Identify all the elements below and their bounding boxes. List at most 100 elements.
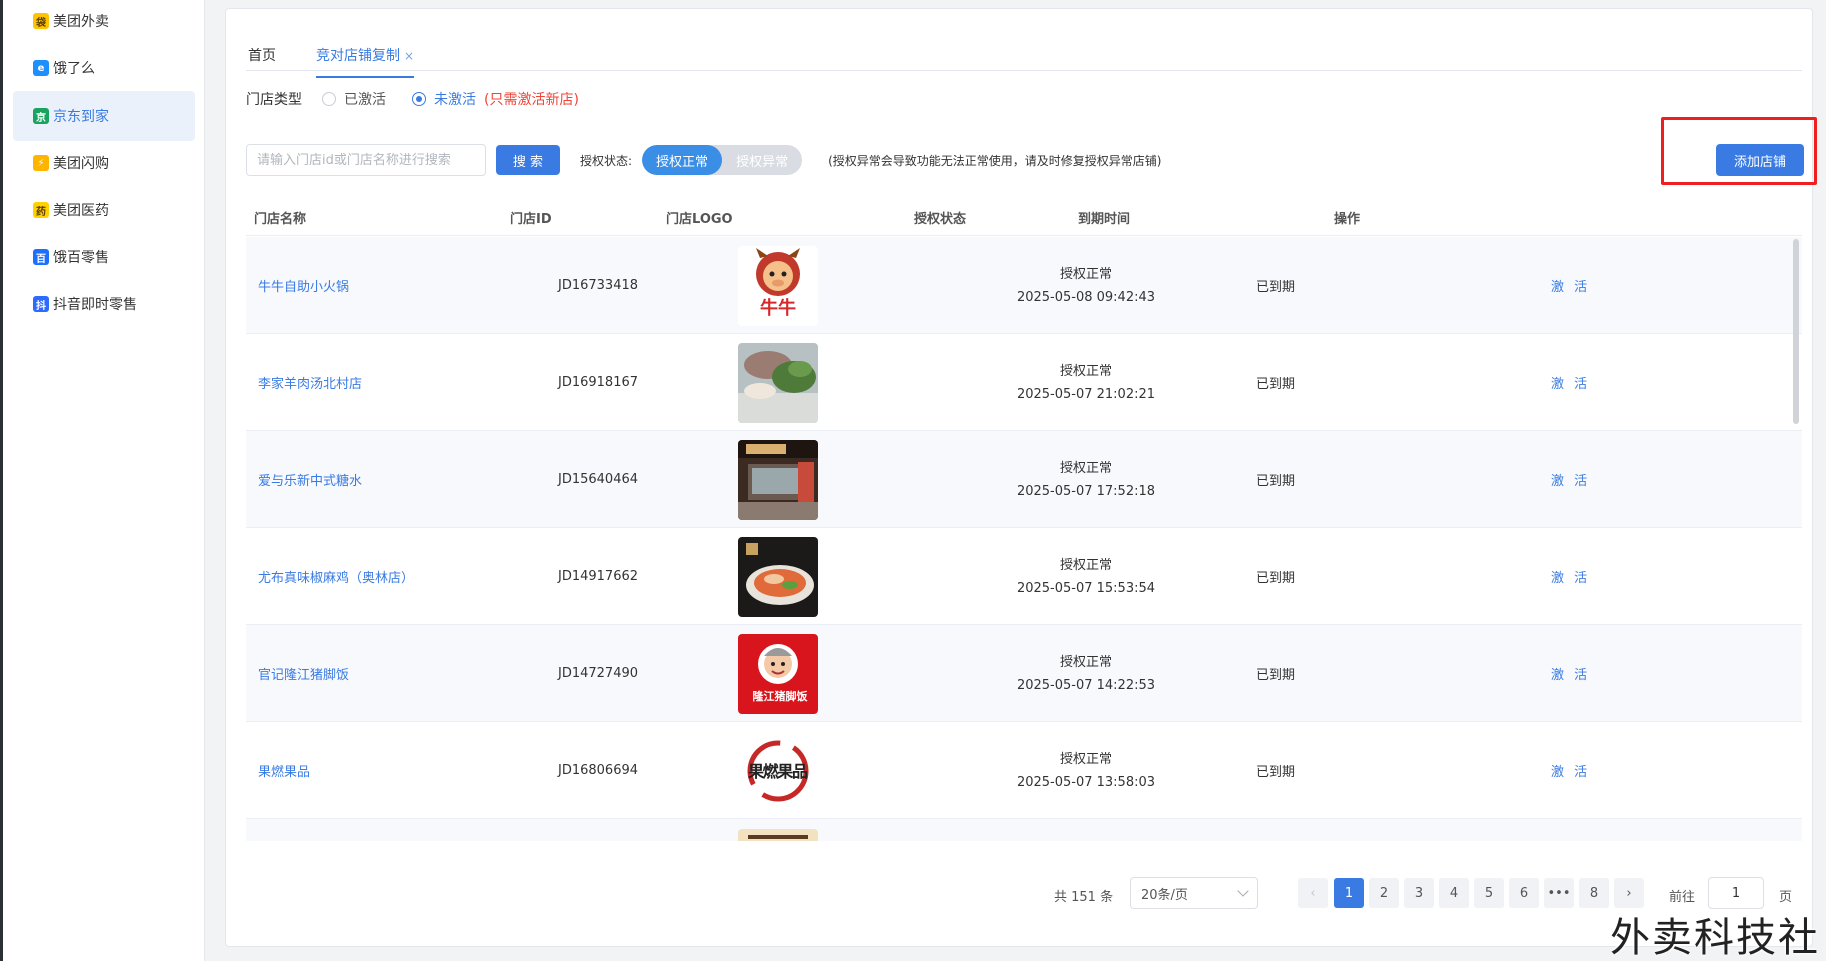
column-header-expire: 到期时间 — [1078, 212, 1131, 227]
goto-page-input[interactable] — [1708, 877, 1764, 909]
column-header-name: 门店名称 — [254, 212, 307, 227]
close-icon[interactable]: × — [404, 49, 414, 63]
table-row: 爱与乐新中式糖水 JD15640464 授权正常 2025-05-07 17:5… — [246, 431, 1802, 528]
auth-time: 2025-05-07 17:52:18 — [1016, 483, 1156, 499]
auth-time: 2025-05-07 15:53:54 — [1016, 580, 1156, 596]
auth-status: 授权正常 — [1059, 557, 1112, 573]
auth-status-label: 授权状态: — [580, 153, 633, 168]
auth-status-cell: 授权正常 2025-05-07 17:52:18 — [986, 431, 1186, 528]
auth-status-cell: 授权正常 2025-05-07 21:02:21 — [986, 334, 1186, 431]
store-name-link[interactable]: 爱与乐新中式糖水 — [258, 431, 362, 528]
expire-status: 已到期 — [1256, 377, 1296, 392]
store-name-link[interactable]: 尤布真味椒麻鸡（奥林店） — [258, 528, 414, 625]
tab-competitor-copy[interactable]: 竞对店铺复制 × — [316, 45, 415, 78]
sidebar-item-label: 美团外卖 — [53, 14, 109, 30]
radio-not-activated[interactable]: 未激活 (只需激活新店) — [412, 89, 579, 109]
prev-page-button[interactable]: ‹ — [1298, 878, 1328, 908]
goto-label: 前往 — [1669, 890, 1696, 905]
meituan-shangou-icon: ⚡ — [33, 155, 49, 171]
search-bar: 搜 索 授权状态: 授权正常 授权异常 (授权异常会导致功能无法正常使用，请及时… — [246, 144, 1161, 176]
store-logo: 牛牛 — [738, 237, 818, 334]
table-header: 门店名称 门店ID 门店LOGO 授权状态 到期时间 操作 — [246, 194, 1802, 236]
svg-text:牛牛: 牛牛 — [760, 297, 796, 319]
auth-status: 授权正常 — [1059, 460, 1112, 476]
store-id: JD16806694 — [558, 763, 639, 778]
page-8-button[interactable]: 8 — [1579, 878, 1609, 908]
auth-time: 2025-05-07 21:02:21 — [1016, 386, 1156, 402]
sidebar-item-meituan-yiyao[interactable]: 药 美团医药 — [13, 185, 195, 235]
table-row: 李家羊肉汤北村店 JD16918167 授权正常 2025-05-07 21:0… — [246, 334, 1802, 431]
page-size-select[interactable]: 20条/页 — [1130, 877, 1258, 909]
radio-label: 已激活 — [344, 92, 386, 108]
radio-label: 未激活 — [434, 92, 476, 108]
store-logo — [738, 528, 818, 625]
store-logo: 果燃果品 — [738, 722, 818, 819]
column-header-auth: 授权状态 — [914, 212, 967, 227]
page-3-button[interactable]: 3 — [1404, 878, 1434, 908]
jd-daojia-icon: 京 — [33, 108, 49, 124]
store-name-link[interactable]: 官记隆江猪脚饭 — [258, 625, 349, 722]
auth-status: 授权正常 — [1059, 654, 1112, 670]
activate-button[interactable]: 激 活 — [1551, 237, 1590, 334]
store-id: JD14917662 — [558, 569, 639, 584]
store-logo — [738, 431, 818, 528]
activate-button[interactable]: 激 活 — [1551, 625, 1590, 722]
table-row: 果燃果品 JD16806694 果燃果品 授权正常 2025-05-07 13:… — [246, 722, 1802, 819]
storefront-photo — [738, 439, 818, 520]
activate-button[interactable]: 激 活 — [1551, 528, 1590, 625]
page-4-button[interactable]: 4 — [1439, 878, 1469, 908]
page-1-button[interactable]: 1 — [1334, 878, 1364, 908]
svg-text:果燃果品: 果燃果品 — [747, 762, 808, 781]
column-header-id: 门店ID — [510, 212, 552, 227]
expire-status: 已到期 — [1256, 765, 1296, 780]
sidebar-item-label: 京东到家 — [53, 109, 109, 125]
niuniu-logo: 牛牛 — [738, 245, 818, 326]
sidebar-item-label: 抖音即时零售 — [53, 297, 137, 313]
sidebar-item-label: 美团闪购 — [53, 156, 109, 172]
sidebar-item-meituan-waimai[interactable]: 袋 美团外卖 — [13, 0, 195, 46]
page-6-button[interactable]: 6 — [1509, 878, 1539, 908]
platform-sidebar: 袋 美团外卖 e 饿了么 京 京东到家 ⚡ 美团闪购 药 美团医药 百 饿百零售… — [3, 0, 205, 961]
page-2-button[interactable]: 2 — [1369, 878, 1399, 908]
tab-home[interactable]: 首页 — [248, 45, 276, 65]
store-name-link[interactable]: 李家羊肉汤北村店 — [258, 334, 362, 431]
sidebar-item-jd-daojia[interactable]: 京 京东到家 — [13, 91, 195, 141]
page-5-button[interactable]: 5 — [1474, 878, 1504, 908]
radio-checked-icon — [412, 92, 426, 106]
more-pages-button[interactable]: ••• — [1544, 878, 1574, 908]
next-page-button[interactable]: › — [1614, 878, 1644, 908]
sidebar-item-douyin-retail[interactable]: 抖 抖音即时零售 — [13, 279, 195, 329]
sidebar-item-eleme[interactable]: e 饿了么 — [13, 43, 195, 93]
auth-normal-toggle[interactable]: 授权正常 — [642, 145, 723, 175]
lamb-soup-photo — [738, 342, 818, 423]
add-store-button[interactable]: 添加店铺 — [1716, 144, 1804, 176]
activate-button[interactable]: 激 活 — [1551, 722, 1590, 819]
sidebar-item-ebai-lingshou[interactable]: 百 饿百零售 — [13, 232, 195, 282]
expire-status: 已到期 — [1256, 280, 1296, 295]
sidebar-item-label: 美团医药 — [53, 203, 109, 219]
expire-status: 已到期 — [1256, 571, 1296, 586]
search-input[interactable] — [246, 144, 486, 176]
expire-status: 已到期 — [1256, 474, 1296, 489]
store-name-link[interactable]: 牛牛自助小火锅 — [258, 237, 349, 334]
search-button[interactable]: 搜 索 — [496, 145, 560, 175]
total-count: 共 151 条 — [1054, 890, 1114, 905]
douyin-retail-icon: 抖 — [33, 296, 49, 312]
store-type-filter: 门店类型 已激活 未激活 (只需激活新店) — [246, 89, 605, 109]
radio-activated[interactable]: 已激活 — [322, 89, 386, 109]
auth-status-cell: 授权正常 2025-05-08 09:42:43 — [986, 237, 1186, 334]
activate-button[interactable]: 激 活 — [1551, 334, 1590, 431]
sidebar-item-meituan-shangou[interactable]: ⚡ 美团闪购 — [13, 138, 195, 188]
auth-status-cell: 授权正常 2025-05-07 13:58:03 — [986, 722, 1186, 819]
table-row — [246, 819, 1802, 841]
auth-abnormal-toggle[interactable]: 授权异常 — [722, 145, 802, 175]
sidebar-item-label: 饿百零售 — [53, 250, 109, 266]
sidebar-item-label: 饿了么 — [53, 61, 95, 77]
store-name-link[interactable]: 果燃果品 — [258, 722, 310, 819]
eleme-icon: e — [33, 60, 49, 76]
table-scrollbar[interactable] — [1793, 239, 1799, 424]
ebai-lingshou-icon: 百 — [33, 249, 49, 265]
expire-status: 已到期 — [1256, 668, 1296, 683]
activate-button[interactable]: 激 活 — [1551, 431, 1590, 528]
chicken-dish-photo — [738, 536, 818, 617]
